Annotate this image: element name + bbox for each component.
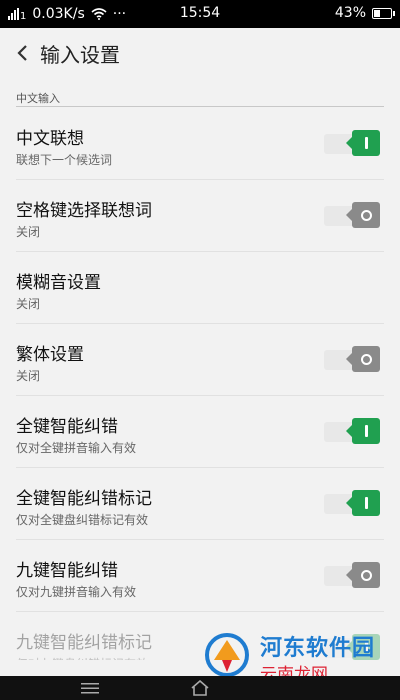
setting-row[interactable]: 全键智能纠错标记仅对全键盘纠错标记有效: [0, 468, 400, 540]
menu-nav-button[interactable]: [78, 680, 102, 696]
toggle-knob: [346, 490, 380, 516]
toggle-knob: [346, 346, 380, 372]
setting-title: 繁体设置: [16, 345, 84, 365]
toggle-on-icon: [364, 497, 368, 509]
toggle-knob: [346, 562, 380, 588]
toggle-off-icon: [360, 353, 372, 365]
setting-row[interactable]: 模糊音设置 关闭: [0, 252, 400, 324]
setting-row[interactable]: 九键智能纠错仅对九键拼音输入有效: [0, 540, 400, 612]
setting-subtitle: 仅对九键拼音输入有效: [16, 585, 137, 599]
setting-subtitle: 仅对九键盘纠错标记有效: [16, 655, 148, 660]
setting-subtitle: 关闭: [16, 297, 41, 311]
toggle-off-icon: [360, 209, 372, 221]
setting-title: 空格键选择联想词: [16, 201, 152, 221]
battery-level: [374, 9, 380, 17]
settings-list[interactable]: 中文输入 中文联想 联想下一个候选词 空格键选择联想词 关闭 模糊音设置 关闭 繁体设置 关闭…: [0, 78, 400, 660]
app-header: 输入设置: [0, 28, 400, 78]
battery-percent: 43%: [334, 5, 366, 21]
setting-subtitle: 联想下一个候选词: [16, 153, 113, 167]
toggle-on-icon: [364, 425, 368, 437]
page-title: 输入设置: [40, 42, 120, 67]
watermark-logo-icon: [205, 633, 249, 677]
setting-toggle-off[interactable]: [324, 562, 380, 588]
setting-subtitle: 仅对全键拼音输入有效: [16, 441, 137, 455]
toggle-knob: [346, 202, 380, 228]
status-right: 43%: [334, 5, 395, 21]
battery-icon: [372, 7, 395, 19]
setting-title: 全键智能纠错标记: [16, 489, 152, 509]
setting-toggle-off[interactable]: [324, 202, 380, 228]
setting-subtitle: 关闭: [16, 369, 41, 383]
toggle-knob: [346, 418, 380, 444]
section-divider: [16, 106, 384, 107]
home-nav-button[interactable]: [188, 680, 212, 696]
setting-subtitle: 关闭: [16, 225, 41, 239]
setting-title: 中文联想: [16, 129, 84, 149]
back-button[interactable]: [4, 35, 40, 71]
status-bar: 1 0.03K/s ··· 15:54 43%: [0, 0, 400, 28]
home-icon: [191, 680, 209, 696]
setting-toggle-on[interactable]: [324, 130, 380, 156]
toggle-on-icon: [364, 137, 368, 149]
setting-toggle-on[interactable]: [324, 418, 380, 444]
setting-row[interactable]: 空格键选择联想词关闭: [0, 180, 400, 252]
setting-row[interactable]: 中文联想联想下一个候选词: [0, 108, 400, 180]
setting-title: 九键智能纠错标记: [16, 633, 152, 653]
chevron-left-icon: [17, 45, 27, 61]
setting-title: 九键智能纠错: [16, 561, 118, 581]
section-label: 中文输入: [16, 92, 60, 105]
setting-subtitle: 仅对全键盘纠错标记有效: [16, 513, 149, 527]
toggle-knob: [346, 130, 380, 156]
watermark-line1: 河东软件园: [260, 636, 376, 661]
setting-toggle-on[interactable]: [324, 490, 380, 516]
menu-icon: [81, 683, 99, 694]
setting-row[interactable]: 全键智能纠错仅对全键拼音输入有效: [0, 396, 400, 468]
toggle-off-icon: [360, 569, 372, 581]
setting-title: 全键智能纠错: [16, 417, 118, 437]
setting-row[interactable]: 繁体设置 关闭: [0, 324, 400, 396]
navigation-bar: [0, 676, 400, 700]
setting-toggle-off[interactable]: [324, 346, 380, 372]
setting-title: 模糊音设置: [16, 273, 101, 293]
